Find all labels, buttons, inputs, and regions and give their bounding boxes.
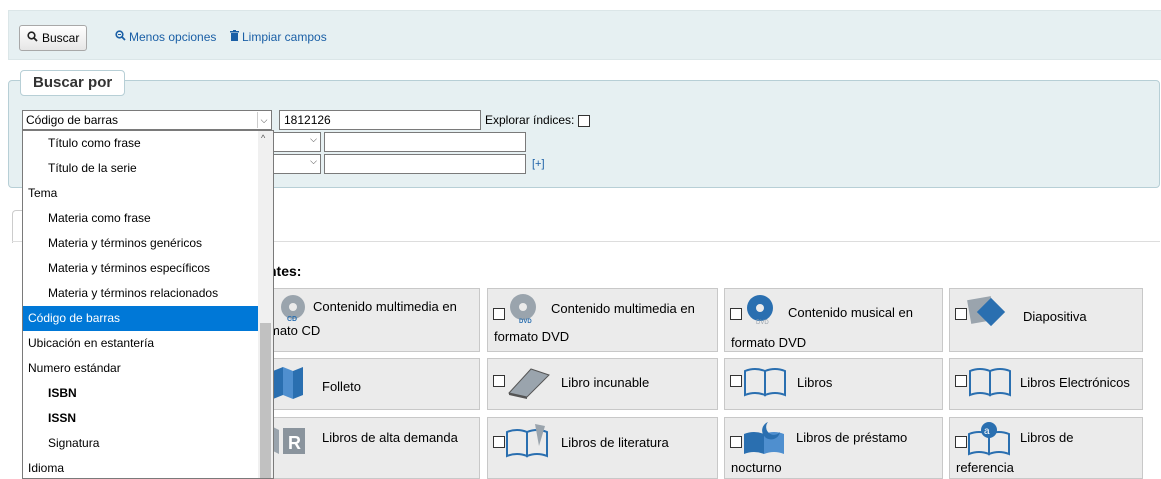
dropdown-option[interactable]: Signatura bbox=[23, 431, 259, 456]
tile-label: Libro incunable bbox=[561, 375, 650, 390]
tile-label: Contenido multimedia en bbox=[551, 301, 695, 316]
cd-icon: CD bbox=[275, 293, 311, 326]
old-book-icon bbox=[505, 365, 551, 402]
dropdown-option[interactable]: ISSN bbox=[23, 406, 259, 431]
search-field-value: Código de barras bbox=[26, 113, 119, 127]
dropdown-option-selected[interactable]: Código de barras bbox=[23, 306, 259, 331]
item-type-tile[interactable]: Folleto bbox=[268, 358, 480, 410]
search-term-input-3[interactable] bbox=[324, 154, 526, 174]
item-type-tile[interactable]: Libros Electrónicos bbox=[949, 358, 1143, 410]
operator-select-2[interactable]: ⌵ bbox=[270, 132, 321, 152]
slide-icon bbox=[967, 294, 1007, 331]
search-term-value: 1812126 bbox=[284, 113, 331, 127]
chevron-up-icon[interactable]: ^ bbox=[261, 133, 265, 143]
dropdown-option[interactable]: Ubicación en estantería bbox=[23, 331, 259, 356]
dropdown-option[interactable]: Título como frase bbox=[23, 131, 259, 156]
zoom-out-icon bbox=[115, 30, 126, 44]
item-type-tile[interactable]: DVD Contenido musical en formato DVD bbox=[724, 288, 943, 352]
item-type-tile[interactable]: Diapositiva bbox=[949, 288, 1143, 352]
reserve-icon: R bbox=[269, 424, 309, 459]
tile-label: Contenido musical en bbox=[788, 305, 914, 320]
tile-label-2: mato CD bbox=[269, 323, 321, 338]
item-type-checkbox[interactable] bbox=[493, 375, 505, 387]
tile-label: Libros de alta demanda bbox=[322, 430, 458, 445]
music-dvd-icon: DVD bbox=[742, 292, 778, 329]
item-type-tile[interactable]: R Libros de alta demanda bbox=[268, 417, 480, 479]
tile-label: Folleto bbox=[322, 379, 362, 394]
item-type-checkbox[interactable] bbox=[493, 308, 505, 320]
browse-indexes-label: Explorar índices: bbox=[485, 113, 590, 127]
tile-label: Libros Electrónicos bbox=[1020, 375, 1130, 390]
item-type-tile[interactable]: DVD Contenido multimedia en formato DVD bbox=[487, 288, 718, 352]
tile-label-2: referencia bbox=[956, 460, 1014, 475]
ebook-icon bbox=[968, 367, 1012, 400]
chevron-down-icon: ⌵ bbox=[310, 134, 317, 144]
item-type-checkbox[interactable] bbox=[493, 436, 505, 448]
tile-label: Libros bbox=[797, 375, 833, 390]
search-term-input[interactable]: 1812126 bbox=[279, 110, 481, 130]
add-search-row-link[interactable]: [+] bbox=[532, 158, 545, 170]
dropdown-option[interactable]: ISBN bbox=[23, 381, 259, 406]
item-type-checkbox[interactable] bbox=[955, 375, 967, 387]
search-term-input-2[interactable] bbox=[324, 132, 526, 152]
tile-label: Contenido multimedia en bbox=[313, 299, 457, 314]
tile-label: Diapositiva bbox=[1023, 309, 1087, 324]
dropdown-option[interactable]: Materia y términos genéricos bbox=[23, 231, 259, 256]
svg-text:R: R bbox=[288, 433, 301, 453]
svg-text:DVD: DVD bbox=[519, 319, 532, 325]
item-type-checkbox[interactable] bbox=[730, 308, 742, 320]
item-type-tile[interactable]: Libro incunable bbox=[487, 358, 718, 410]
svg-text:a: a bbox=[984, 426, 990, 437]
literature-icon bbox=[505, 422, 551, 461]
search-button-label: Buscar bbox=[42, 31, 80, 45]
dropdown-option[interactable]: Título de la serie bbox=[23, 156, 259, 181]
item-type-tile[interactable]: CD Contenido multimedia en mato CD bbox=[268, 288, 480, 352]
dropdown-option[interactable]: Materia y términos específicos bbox=[23, 256, 259, 281]
tile-label: Libros de préstamo bbox=[796, 430, 908, 445]
clear-fields-label: Limpiar campos bbox=[242, 30, 327, 44]
search-field-select[interactable]: Código de barras ⌵ bbox=[22, 110, 272, 130]
dropdown-scrollbar[interactable]: ^ bbox=[258, 131, 273, 478]
svg-text:CD: CD bbox=[287, 316, 297, 323]
fewer-options-link[interactable]: Menos opciones bbox=[115, 30, 216, 44]
tile-label-2: formato DVD bbox=[731, 335, 807, 350]
search-field-dropdown[interactable]: Título como frase Título de la serie Tem… bbox=[22, 130, 274, 479]
trash-icon bbox=[230, 30, 239, 44]
fewer-options-label: Menos opciones bbox=[129, 30, 217, 44]
dropdown-option[interactable]: Idioma bbox=[23, 456, 259, 478]
item-type-checkbox[interactable] bbox=[730, 375, 742, 387]
chevron-down-icon: ⌵ bbox=[257, 112, 270, 128]
tile-label-2: formato DVD bbox=[494, 329, 570, 344]
operator-select-3[interactable]: ⌵ bbox=[270, 154, 321, 174]
item-type-tile[interactable]: a Libros de referencia bbox=[949, 417, 1143, 479]
chevron-down-icon: ⌵ bbox=[310, 156, 317, 166]
item-type-tile[interactable]: Libros de préstamo nocturno bbox=[724, 417, 943, 479]
clear-fields-link[interactable]: Limpiar campos bbox=[230, 30, 327, 44]
item-type-tile[interactable]: Libros de literatura bbox=[487, 417, 718, 479]
svg-text:DVD: DVD bbox=[756, 320, 769, 326]
search-by-legend: Buscar por bbox=[20, 70, 126, 96]
browse-indexes-checkbox[interactable] bbox=[577, 114, 590, 127]
reference-icon: a bbox=[967, 420, 1013, 459]
tile-label: Libros de bbox=[1020, 430, 1074, 445]
dropdown-option[interactable]: Materia como frase bbox=[23, 206, 259, 231]
dropdown-option[interactable]: Tema bbox=[23, 181, 259, 206]
advanced-search-link[interactable]: ⋯ bbox=[0, 0, 12, 5]
search-toolbar: Buscar Menos opciones Limpiar campos bbox=[8, 10, 1161, 60]
dvd-icon: DVD bbox=[505, 292, 541, 329]
search-button[interactable]: Buscar bbox=[19, 25, 88, 51]
brochure-icon bbox=[271, 365, 307, 404]
search-icon bbox=[27, 31, 38, 45]
book-icon bbox=[743, 367, 787, 400]
item-type-checkbox[interactable] bbox=[730, 436, 742, 448]
dropdown-option[interactable]: Materia y términos relacionados bbox=[23, 281, 259, 306]
night-loan-icon bbox=[742, 420, 788, 459]
tile-label-2: nocturno bbox=[731, 460, 782, 475]
item-type-checkbox[interactable] bbox=[955, 436, 967, 448]
item-type-tile[interactable]: Libros bbox=[724, 358, 943, 410]
tile-label: Libros de literatura bbox=[561, 435, 669, 450]
dropdown-option[interactable]: Numero estándar bbox=[23, 356, 259, 381]
scrollbar-thumb[interactable] bbox=[260, 323, 271, 478]
item-type-checkbox[interactable] bbox=[955, 308, 967, 320]
